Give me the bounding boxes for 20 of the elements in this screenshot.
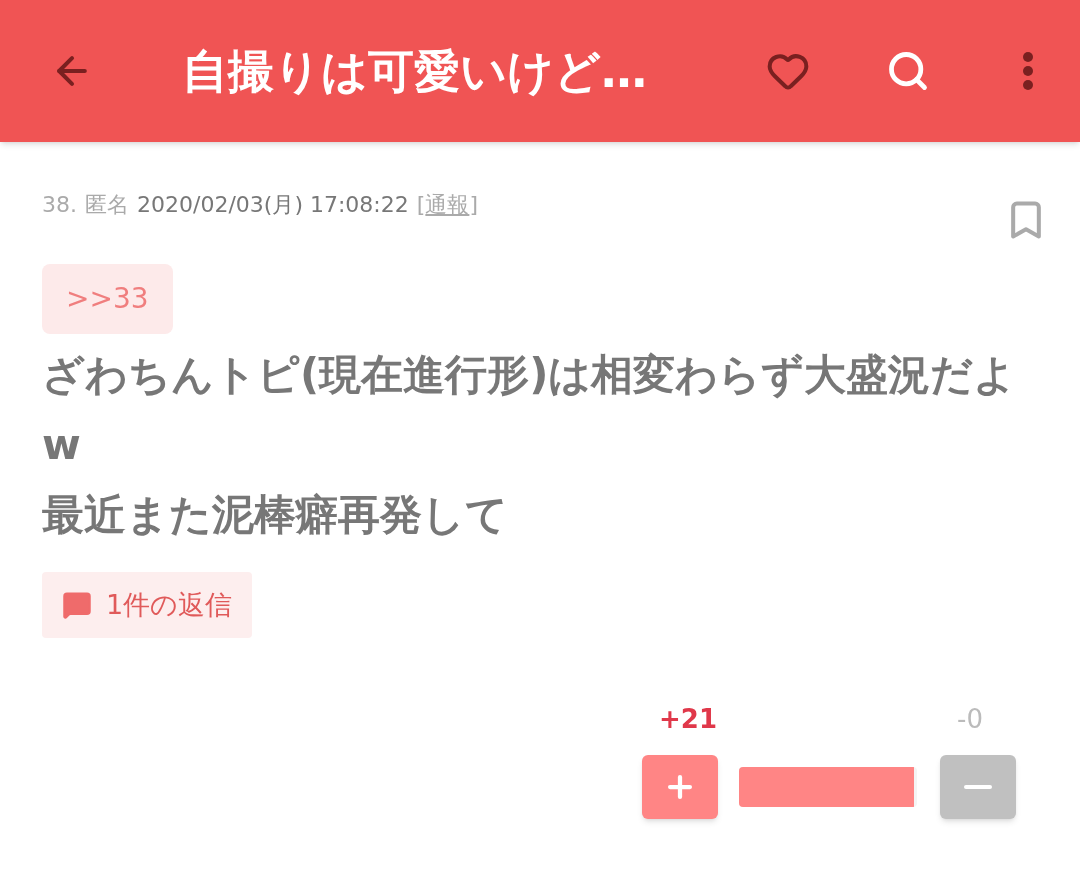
- page-title: 自撮りは可愛いけど…: [182, 42, 647, 100]
- post-text-line: 最近また泥棒癖再発して: [42, 489, 509, 541]
- downvote-button[interactable]: [940, 755, 1016, 819]
- post-number: 38.: [42, 191, 77, 219]
- post-datetime: 2020/02/03(月) 17:08:22: [137, 191, 409, 219]
- minus-icon: [964, 785, 992, 789]
- comment-icon: [62, 590, 92, 620]
- post-text-line: w: [42, 419, 82, 471]
- downvote-count: -0: [956, 703, 984, 736]
- bracket: [: [416, 191, 426, 219]
- post-text-line: ざわちんトピ(現在進行形)は相変わらず大盛況だよ: [42, 349, 1018, 401]
- upvote-button[interactable]: [642, 755, 718, 819]
- search-icon: [886, 49, 930, 93]
- report-link[interactable]: 通報: [425, 188, 470, 221]
- bracket: ]: [469, 191, 478, 219]
- more-icon: [1023, 52, 1033, 90]
- reply-anchor[interactable]: >>33: [42, 264, 173, 334]
- author-name: 匿名: [85, 191, 129, 219]
- replies-button[interactable]: 1件の返信: [42, 572, 253, 638]
- upvote-count: +21: [658, 703, 718, 736]
